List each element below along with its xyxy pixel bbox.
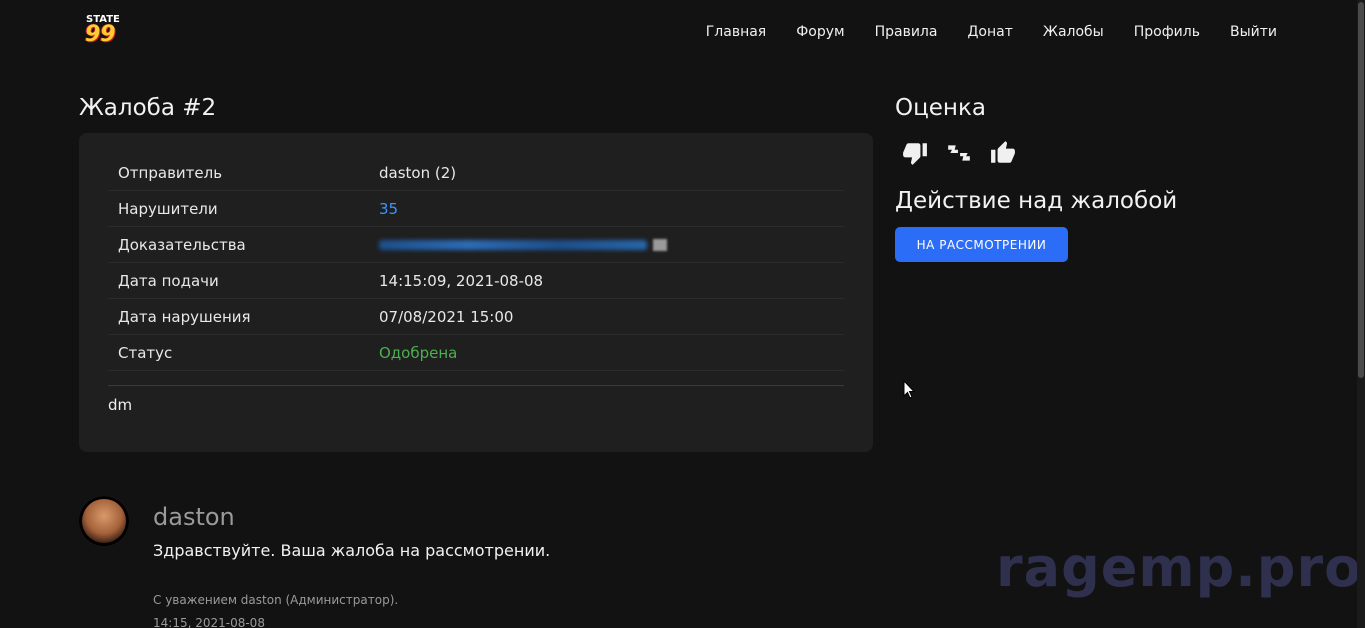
thumbs-neutral-icon[interactable] [946, 140, 972, 166]
violation-date-value: 07/08/2021 15:00 [379, 307, 514, 326]
page: STATE 99 Главная Форум Правила Донат Жал… [0, 0, 1365, 628]
scrollbar-thumb[interactable] [1358, 2, 1364, 378]
sender-value: daston (2) [379, 163, 457, 182]
comment-author[interactable]: daston [153, 503, 235, 531]
status-button[interactable]: НА РАССМОТРЕНИИ [895, 227, 1068, 262]
nav-rules[interactable]: Правила [875, 22, 938, 42]
info-label: Нарушители [118, 199, 218, 218]
comment-date: 14:15, 2021-08-08 [153, 616, 265, 628]
info-row-violation-date: Дата нарушения 07/08/2021 15:00 [108, 299, 844, 335]
info-label: Дата нарушения [118, 307, 251, 326]
info-row-evidence: Доказательства [108, 227, 844, 263]
rating-icons [902, 140, 1016, 166]
nav-forum[interactable]: Форум [796, 22, 844, 42]
scrollbar[interactable] [1357, 0, 1365, 628]
evidence-value [379, 236, 667, 254]
submit-date-value: 14:15:09, 2021-08-08 [379, 271, 544, 290]
thumbs-down-icon[interactable] [902, 140, 928, 166]
info-row-sender: Отправитель daston (2) [108, 155, 844, 191]
complaint-card: Отправитель daston (2) Нарушители 35 Док… [79, 133, 873, 452]
site-logo[interactable]: STATE 99 [84, 14, 120, 50]
nav-profile[interactable]: Профиль [1134, 22, 1200, 42]
comment-signature: С уважением daston (Администратор). [153, 593, 399, 607]
info-label: Доказательства [118, 235, 246, 254]
complaint-title: Жалоба #2 [79, 95, 217, 121]
nav-donate[interactable]: Донат [967, 22, 1012, 42]
external-link-icon [653, 239, 667, 251]
nav-home[interactable]: Главная [706, 22, 766, 42]
mouse-cursor-icon [903, 380, 915, 399]
action-title: Действие над жалобой [895, 188, 1178, 214]
main-nav: Главная Форум Правила Донат Жалобы Профи… [706, 22, 1277, 42]
comment-text: Здравствуйте. Ваша жалоба на рассмотрени… [153, 541, 551, 560]
avatar[interactable] [79, 496, 129, 546]
evidence-link-blurred[interactable] [379, 240, 647, 250]
info-row-status: Статус Одобрена [108, 335, 844, 371]
thumbs-up-icon[interactable] [990, 140, 1016, 166]
info-row-violators: Нарушители 35 [108, 191, 844, 227]
watermark: ragemp.pro [996, 536, 1363, 599]
violator-link[interactable]: 35 [379, 200, 398, 218]
logo-number: 99 [85, 22, 116, 47]
complaint-description: dm [108, 396, 133, 414]
info-label: Статус [118, 343, 173, 362]
nav-logout[interactable]: Выйти [1230, 22, 1277, 42]
info-label: Дата подачи [118, 271, 219, 290]
info-label: Отправитель [118, 163, 223, 182]
nav-complaints[interactable]: Жалобы [1043, 22, 1104, 42]
complaint-info-table: Отправитель daston (2) Нарушители 35 Док… [108, 155, 844, 371]
info-row-submit-date: Дата подачи 14:15:09, 2021-08-08 [108, 263, 844, 299]
rating-title: Оценка [895, 95, 986, 121]
card-divider [108, 385, 844, 386]
status-value: Одобрена [379, 343, 458, 362]
